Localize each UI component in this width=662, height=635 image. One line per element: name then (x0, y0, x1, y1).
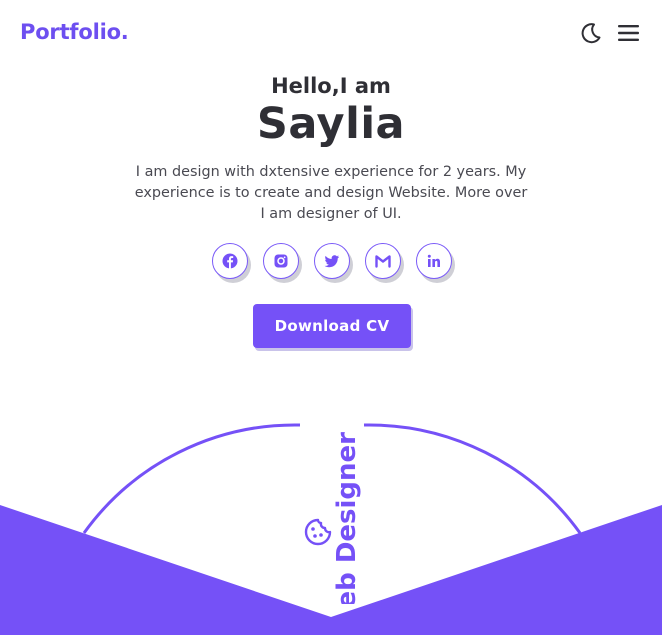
decorative-background (0, 423, 662, 635)
header: Portfolio. (0, 0, 662, 70)
hero-section: Hello,I am Saylia I am design with dxten… (0, 72, 662, 225)
facebook-icon (222, 253, 238, 269)
download-cv-button[interactable]: Download CV (253, 304, 411, 348)
twitter-icon (324, 255, 339, 268)
cookie-icon (303, 517, 333, 547)
hero-description: I am design with dxtensive experience fo… (134, 164, 528, 222)
linkedin-link[interactable] (416, 243, 452, 279)
instagram-icon (274, 254, 288, 268)
social-links (212, 243, 452, 279)
greeting: Hello,I am (271, 74, 391, 98)
hero-name: Saylia (256, 99, 406, 149)
hamburger-menu-icon[interactable] (616, 20, 642, 46)
linkedin-icon (427, 254, 440, 267)
instagram-link[interactable] (263, 243, 299, 279)
vertical-role-text: Web Designer (332, 432, 362, 604)
facebook-link[interactable] (212, 243, 248, 279)
twitter-link[interactable] (314, 243, 350, 279)
logo[interactable]: Portfolio. (20, 20, 129, 44)
gmail-link[interactable] (365, 243, 401, 279)
moon-icon[interactable] (578, 20, 604, 46)
gmail-icon (375, 255, 391, 268)
vertical-role-label: Web Designer (332, 432, 362, 604)
